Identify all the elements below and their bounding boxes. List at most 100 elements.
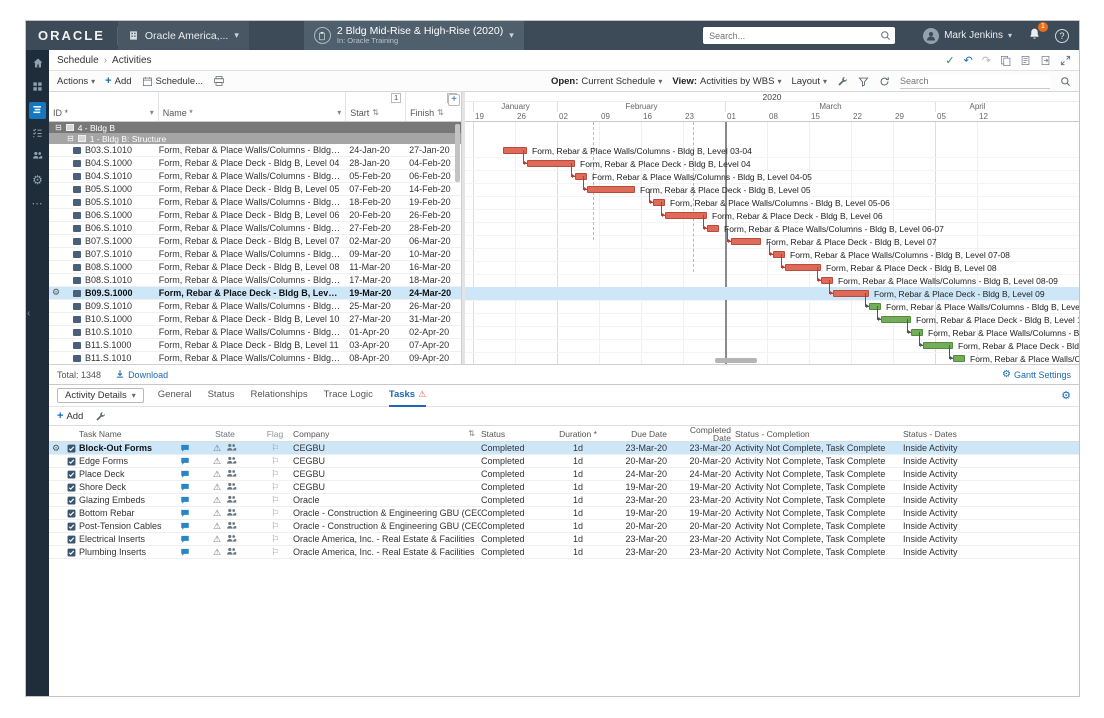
- task-flag-cell[interactable]: ⚐: [257, 495, 293, 506]
- tab-status[interactable]: Status: [208, 385, 235, 407]
- column-company[interactable]: Company⇅: [293, 429, 481, 439]
- export-icon[interactable]: [1040, 55, 1051, 66]
- tools-icon[interactable]: [837, 76, 848, 87]
- task-row[interactable]: Shore Deck⚠⚐CEGBUCompleted1d19-Mar-2019-…: [49, 481, 1079, 494]
- column-state[interactable]: State: [193, 429, 257, 439]
- sort-icon[interactable]: ⇅: [372, 108, 379, 117]
- task-check-icon[interactable]: [63, 444, 79, 453]
- sidebar-collapse-icon[interactable]: ‹: [27, 308, 30, 319]
- gantt-bar[interactable]: [707, 225, 719, 232]
- gantt-bar[interactable]: [773, 251, 785, 258]
- task-row[interactable]: Electrical Inserts⚠⚐Oracle America, Inc.…: [49, 533, 1079, 546]
- gantt-bar[interactable]: [869, 303, 881, 310]
- gantt-settings-link[interactable]: ⚙Gantt Settings: [1002, 369, 1071, 380]
- sidebar-item-resources[interactable]: [29, 148, 46, 165]
- add-task-button[interactable]: +Add: [57, 410, 83, 422]
- activity-row[interactable]: B10.S.1010Form, Rebar & Place Walls/Colu…: [49, 326, 461, 339]
- print-icon[interactable]: [213, 75, 225, 87]
- column-due-date[interactable]: Due Date: [601, 429, 671, 439]
- task-row[interactable]: Plumbing Inserts⚠⚐Oracle America, Inc. -…: [49, 546, 1079, 559]
- task-flag-cell[interactable]: ⚐: [257, 482, 293, 493]
- task-check-icon[interactable]: [63, 548, 79, 557]
- activity-row[interactable]: B06.S.1000Form, Rebar & Place Deck - Bld…: [49, 209, 461, 222]
- actions-menu[interactable]: Actions▾: [57, 76, 95, 87]
- group-row-structure[interactable]: ⊟1 - Bldg B: Structure: [49, 133, 461, 144]
- sidebar-item-settings[interactable]: ⚙: [29, 171, 46, 188]
- column-status-completion[interactable]: Status - Completion: [735, 429, 903, 439]
- task-comment-icon[interactable]: [177, 534, 193, 544]
- column-header-id[interactable]: ID *▾: [49, 92, 159, 121]
- search-icon[interactable]: [880, 30, 891, 41]
- task-comment-icon[interactable]: [177, 469, 193, 479]
- table-search-input[interactable]: [900, 74, 1050, 89]
- gantt-bar[interactable]: [953, 355, 965, 362]
- task-check-icon[interactable]: [63, 509, 79, 518]
- sidebar-item-tasks[interactable]: [29, 125, 46, 142]
- copy-icon[interactable]: [1000, 55, 1011, 66]
- gantt-bar[interactable]: [785, 264, 821, 271]
- run-schedule-button[interactable]: Schedule...: [142, 76, 204, 87]
- project-selector[interactable]: 2 Bldg Mid-Rise & High-Rise (2020) In: O…: [304, 21, 524, 50]
- task-comment-icon[interactable]: [177, 482, 193, 492]
- activity-row[interactable]: B07.S.1010Form, Rebar & Place Walls/Colu…: [49, 248, 461, 261]
- gantt-bar[interactable]: [833, 290, 869, 297]
- task-flag-cell[interactable]: ⚐: [257, 534, 293, 545]
- task-row[interactable]: ⚙Block-Out Forms⚠⚐CEGBUCompleted1d23-Mar…: [49, 442, 1079, 455]
- column-completed-date[interactable]: Completed Date: [671, 426, 735, 442]
- download-link[interactable]: Download: [115, 369, 168, 381]
- task-flag-cell[interactable]: ⚐: [257, 469, 293, 480]
- task-check-icon[interactable]: [63, 483, 79, 492]
- row-settings-gear-icon[interactable]: ⚙: [52, 287, 60, 298]
- task-check-icon[interactable]: [63, 457, 79, 466]
- search-icon[interactable]: [1060, 76, 1071, 87]
- tab-relationships[interactable]: Relationships: [251, 385, 308, 407]
- column-header-name[interactable]: Name *▾: [159, 92, 347, 121]
- gantt-bar[interactable]: [527, 160, 575, 167]
- user-menu[interactable]: Mark Jenkins ▾: [923, 28, 1012, 44]
- task-flag-cell[interactable]: ⚐: [257, 456, 293, 467]
- activity-row[interactable]: B04.S.1010Form, Rebar & Place Walls/Colu…: [49, 170, 461, 183]
- column-menu-icon[interactable]: ▾: [337, 108, 341, 117]
- global-search-input[interactable]: [703, 31, 880, 41]
- activity-row[interactable]: B10.S.1000Form, Rebar & Place Deck - Bld…: [49, 313, 461, 326]
- refresh-icon[interactable]: [879, 76, 890, 87]
- tab-general[interactable]: General: [158, 385, 192, 407]
- details-settings-gear-icon[interactable]: ⚙: [1061, 389, 1071, 402]
- breadcrumb-section[interactable]: Schedule: [57, 55, 99, 66]
- task-comment-icon[interactable]: [177, 495, 193, 505]
- activity-row[interactable]: B06.S.1010Form, Rebar & Place Walls/Colu…: [49, 222, 461, 235]
- task-row[interactable]: Post-Tension Cables⚠⚐Oracle - Constructi…: [49, 520, 1079, 533]
- gantt-horizontal-scrollbar[interactable]: [715, 358, 757, 363]
- redo-icon[interactable]: ↷: [982, 54, 991, 67]
- add-activity-button[interactable]: +Add: [105, 75, 131, 87]
- gantt-bar[interactable]: [575, 173, 587, 180]
- gantt-bar[interactable]: [665, 212, 707, 219]
- activity-row[interactable]: B05.S.1000Form, Rebar & Place Deck - Bld…: [49, 183, 461, 196]
- notifications-button[interactable]: 1: [1028, 27, 1041, 45]
- task-flag-cell[interactable]: ⚐: [257, 508, 293, 519]
- filter-icon[interactable]: [858, 76, 869, 87]
- column-header-start[interactable]: 1 Start⇅: [346, 92, 406, 121]
- task-check-icon[interactable]: [63, 496, 79, 505]
- sort-icon[interactable]: ⇅: [437, 108, 444, 117]
- gantt-chart[interactable]: Form, Rebar & Place Walls/Columns - Bldg…: [465, 122, 1079, 364]
- task-row[interactable]: Bottom Rebar⚠⚐Oracle - Construction & En…: [49, 507, 1079, 520]
- group-row-bldg-b[interactable]: ⊟4 - Bldg B: [49, 122, 461, 133]
- tab-tasks[interactable]: Tasks⚠: [389, 385, 426, 407]
- sidebar-item-schedule[interactable]: [29, 102, 46, 119]
- gantt-bar[interactable]: [731, 238, 761, 245]
- activity-row[interactable]: B05.S.1010Form, Rebar & Place Walls/Colu…: [49, 196, 461, 209]
- layout-menu[interactable]: Layout▾: [791, 76, 827, 87]
- task-comment-icon[interactable]: [177, 547, 193, 557]
- activity-row[interactable]: B11.S.1010Form, Rebar & Place Walls/Colu…: [49, 352, 461, 364]
- view-select[interactable]: View:Activities by WBS▾: [672, 76, 781, 87]
- task-comment-icon[interactable]: [177, 443, 193, 453]
- sort-icon[interactable]: ⇅: [468, 429, 481, 438]
- activity-row[interactable]: B08.S.1010Form, Rebar & Place Walls/Colu…: [49, 274, 461, 287]
- activity-row[interactable]: ⚙B09.S.1000Form, Rebar & Place Deck - Bl…: [49, 287, 461, 300]
- gantt-bar[interactable]: [587, 186, 635, 193]
- column-duration[interactable]: Duration *: [555, 429, 601, 439]
- task-check-icon[interactable]: [63, 470, 79, 479]
- activity-row[interactable]: B04.S.1000Form, Rebar & Place Deck - Bld…: [49, 157, 461, 170]
- task-row[interactable]: Edge Forms⚠⚐CEGBUCompleted1d20-Mar-2020-…: [49, 455, 1079, 468]
